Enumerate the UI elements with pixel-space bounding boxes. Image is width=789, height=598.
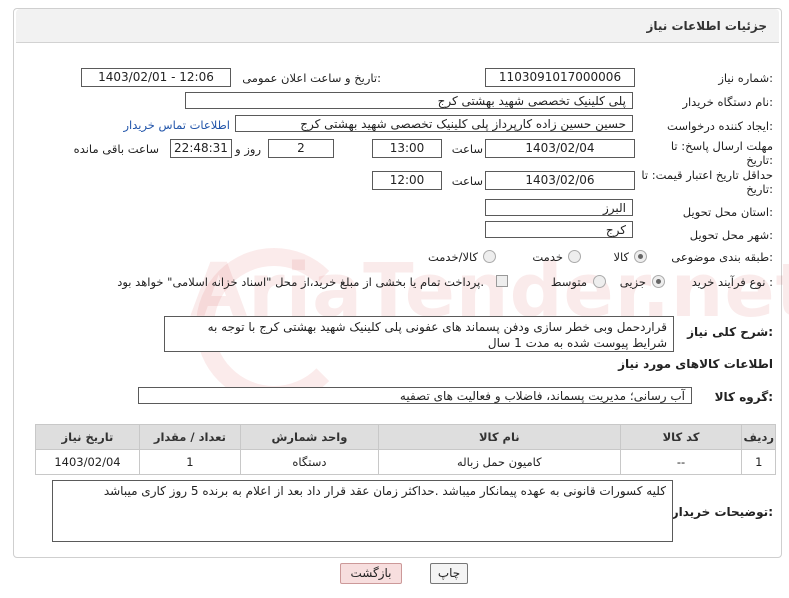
col-header-need-date: تاریخ نیاز — [35, 424, 140, 450]
announce-field[interactable]: 1403/02/01 - 12:06 — [81, 68, 231, 87]
province-field[interactable]: البرز — [485, 199, 633, 216]
announce-label: تاریخ و ساعت اعلان عمومی: — [242, 71, 381, 85]
treasury-checkbox[interactable] — [496, 273, 508, 287]
price-time-label: ساعت — [451, 174, 483, 188]
col-header-code: کد کالا — [619, 424, 743, 450]
col-header-name: نام کالا — [378, 424, 621, 450]
category-radio-service[interactable] — [568, 249, 581, 263]
contact-buyer-link[interactable]: اطلاعات تماس خریدار — [123, 118, 230, 132]
buyer-org-label: نام دستگاه خریدار: — [682, 95, 773, 109]
page-header: جزئیات اطلاعات نیاز — [16, 9, 779, 43]
category-radio-both[interactable] — [483, 249, 496, 263]
back-button[interactable]: بازگشت — [340, 563, 402, 584]
cell-row-number: 1 — [741, 449, 776, 475]
category-option-both: کالا/خدمت — [427, 250, 478, 264]
goods-section-title: اطلاعات کالاهای مورد نیاز — [618, 357, 773, 371]
price-date-field[interactable]: 1403/02/06 — [485, 171, 635, 190]
buyer-org-field[interactable]: پلی کلینیک تخصصی شهید بهشتی کرج — [185, 92, 633, 109]
creator-label: ایجاد کننده درخواست: — [667, 119, 773, 133]
purchase-option-medium: متوسط — [550, 275, 587, 289]
category-option-goods: کالا — [613, 250, 629, 264]
purchase-radio-minor[interactable] — [652, 274, 665, 288]
description-label: شرح کلی نیاز: — [687, 325, 773, 339]
days-label: روز و — [235, 142, 261, 156]
purchase-radio-medium[interactable] — [593, 274, 606, 288]
reply-time-field[interactable]: 13:00 — [372, 139, 442, 158]
price-validity-label: حداقل تاریخ اعتبار قیمت: تا — [641, 168, 773, 182]
need-number-label: شماره نیاز: — [718, 71, 773, 85]
remaining-time-label: ساعت باقی مانده — [73, 142, 159, 156]
purchase-option-minor: جزیی — [619, 275, 646, 289]
province-label: استان محل تحویل: — [682, 205, 773, 219]
days-field[interactable]: 2 — [268, 139, 334, 158]
reply-time-label: ساعت — [451, 142, 483, 156]
goods-group-field[interactable]: آب رسانی؛ مدیریت پسماند، فاضلاب و فعالیت… — [138, 387, 692, 404]
col-header-row-number: ردیف — [741, 424, 776, 450]
price-time-field[interactable]: 12:00 — [372, 171, 442, 190]
table-row[interactable]: 1 -- کامیون حمل زباله دستگاه 1 1403/02/0… — [35, 449, 776, 475]
price-validity-label-2: تاریخ: — [746, 182, 773, 196]
category-label: طبقه بندی موضوعی: — [671, 250, 773, 264]
reply-deadline-label: مهلت ارسال پاسخ: تا — [670, 139, 773, 153]
category-radio-goods[interactable] — [634, 249, 647, 263]
creator-field[interactable]: حسین حسین زاده کارپرداز پلی کلینیک تخصصی… — [235, 115, 633, 132]
description-textarea[interactable]: قراردحمل وبی خطر سازی ودفن پسماند های عف… — [164, 316, 674, 352]
remaining-time-field[interactable]: 22:48:31 — [170, 139, 232, 158]
buyer-notes-label: توضیحات خریدار: — [671, 505, 773, 519]
need-number-field[interactable]: 1103091017000006 — [485, 68, 635, 87]
col-header-unit: واحد شمارش — [239, 424, 380, 450]
reply-date-field[interactable]: 1403/02/04 — [485, 139, 635, 158]
cell-quantity: 1 — [138, 449, 241, 475]
cell-need-date: 1403/02/04 — [35, 449, 140, 475]
print-button[interactable]: چاپ — [430, 563, 468, 584]
items-table: ردیف کد کالا نام کالا واحد شمارش تعداد /… — [35, 424, 776, 475]
city-field[interactable]: کرج — [485, 221, 633, 238]
col-header-quantity: تعداد / مقدار — [138, 424, 241, 450]
purchase-type-label: نوع فرآیند خرید : — [691, 275, 773, 289]
cell-name: کامیون حمل زباله — [378, 449, 621, 475]
table-header-row: ردیف کد کالا نام کالا واحد شمارش تعداد /… — [35, 424, 776, 450]
reply-deadline-label-2: تاریخ: — [746, 153, 773, 167]
city-label: شهر محل تحویل: — [689, 228, 773, 242]
cell-code: -- — [619, 449, 743, 475]
category-option-service: خدمت — [532, 250, 563, 264]
payment-note: پرداخت تمام یا بخشی از مبلغ خرید،از محل … — [117, 275, 484, 289]
goods-group-label: گروه کالا: — [714, 390, 773, 404]
page-title: جزئیات اطلاعات نیاز — [646, 19, 767, 33]
cell-unit: دستگاه — [239, 449, 380, 475]
buyer-notes-textarea[interactable]: کلیه کسورات قانونی به عهده پیمانکار میبا… — [52, 480, 673, 542]
